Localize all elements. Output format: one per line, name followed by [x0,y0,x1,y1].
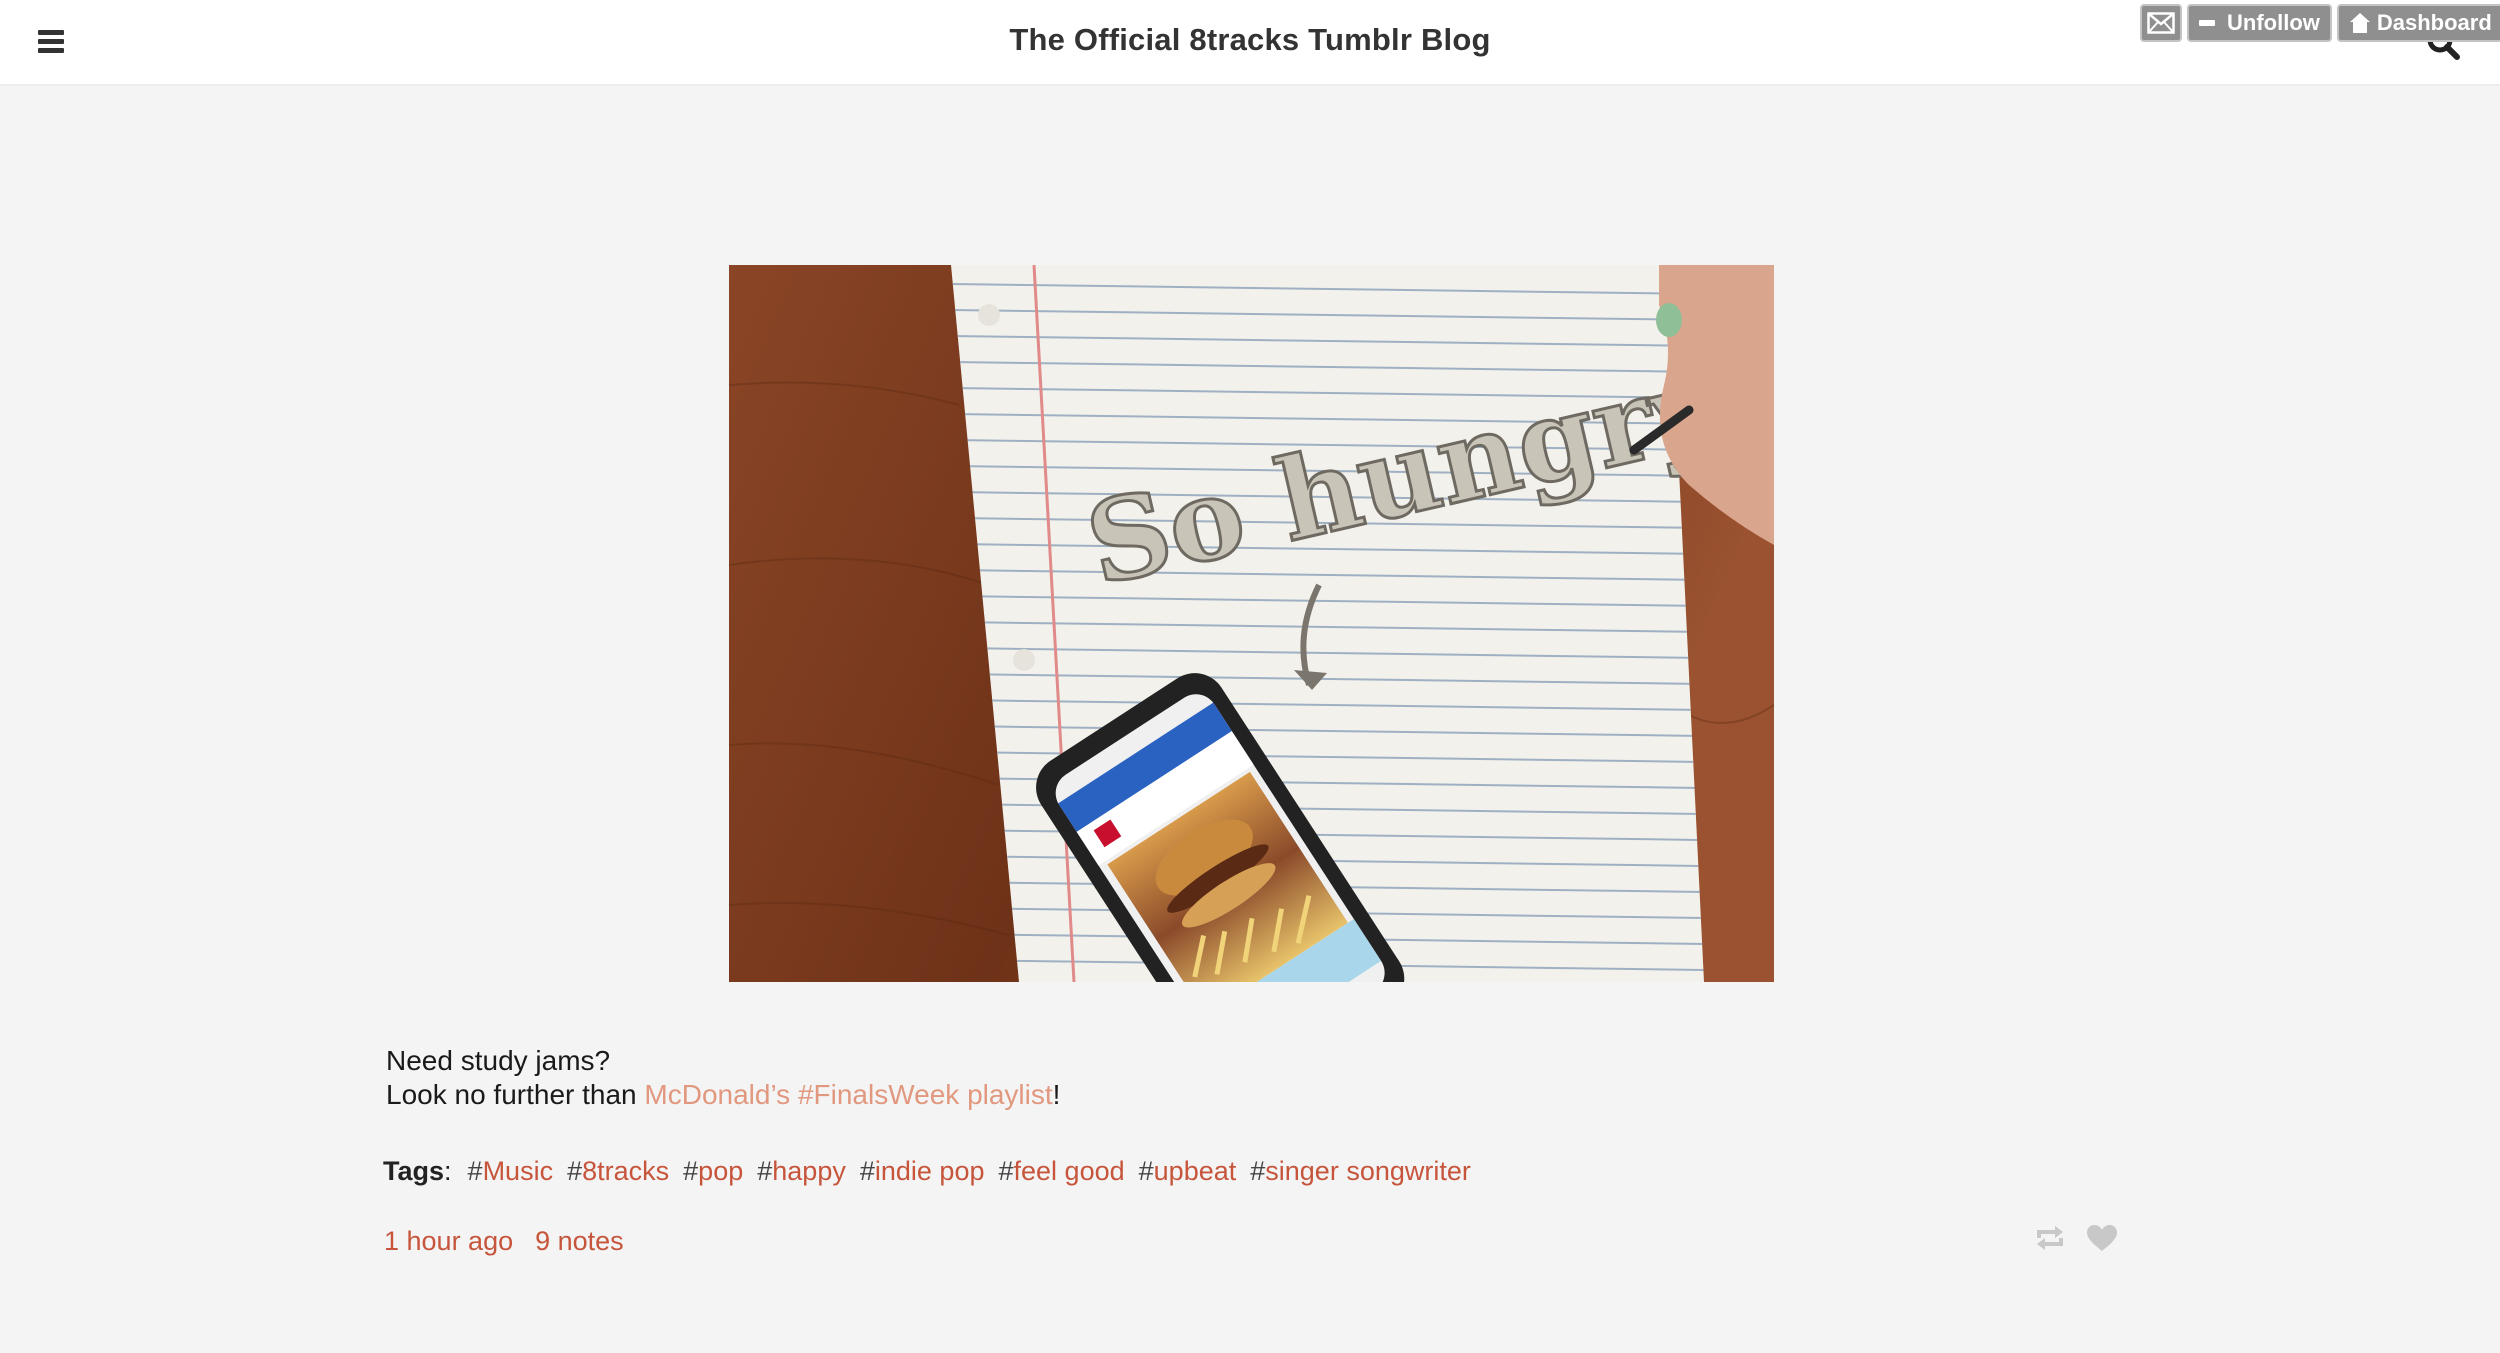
tag-link[interactable]: #indie pop [860,1156,985,1187]
dashboard-label: Dashboard [2376,10,2492,35]
caption-text: Look no further than [386,1079,645,1110]
menu-bar-line [38,48,64,53]
tag-text: pop [698,1156,744,1186]
post-permalink-time[interactable]: 1 hour ago [384,1226,513,1257]
tag-text: feel good [1013,1156,1125,1186]
caption-line: Need study jams? [386,1045,611,1076]
post-caption: Need study jams? Look no further than Mc… [386,1044,1060,1112]
tumblr-controls: Unfollow Dashboard [2140,4,2500,42]
hash-symbol: # [467,1156,483,1186]
hash-symbol: # [1138,1156,1154,1186]
tags-label: Tags: [383,1156,452,1187]
home-icon [2349,12,2371,34]
top-header: The Official 8tracks Tumblr Blog [0,0,2500,86]
heart-icon[interactable] [2086,1222,2118,1254]
tag-link[interactable]: #feel good [998,1156,1124,1187]
post-meta: 1 hour ago 9 notes [384,1226,624,1257]
hash-symbol: # [567,1156,583,1186]
tag-link[interactable]: #upbeat [1139,1156,1237,1187]
message-button[interactable] [2140,4,2182,42]
reblog-icon[interactable] [2034,1222,2066,1254]
blog-title: The Official 8tracks Tumblr Blog [1009,22,1491,57]
menu-bar-line [38,30,64,35]
tag-text: 8tracks [582,1156,670,1186]
unfollow-label: Unfollow [2227,10,2320,35]
post-tags: Tags: #Music #8tracks #pop #happy #indie… [383,1156,1485,1187]
unfollow-button[interactable]: Unfollow [2187,4,2332,42]
dashboard-button[interactable]: Dashboard [2336,4,2500,42]
menu-bar-line [38,39,64,44]
hash-symbol: # [757,1156,773,1186]
tag-link[interactable]: #singer songwriter [1250,1156,1471,1187]
hash-symbol: # [998,1156,1014,1186]
post-actions [2034,1222,2118,1254]
tag-link[interactable]: #8tracks [567,1156,669,1187]
hash-symbol: # [683,1156,699,1186]
tag-link[interactable]: #Music [468,1156,554,1187]
tag-link[interactable]: #happy [757,1156,846,1187]
tag-text: singer songwriter [1265,1156,1471,1186]
tags-label-text: Tags [383,1156,445,1186]
tags-label-colon: : [444,1156,452,1186]
post-photo[interactable]: So hungry [729,265,1774,982]
tag-text: indie pop [874,1156,985,1186]
tag-link[interactable]: #pop [683,1156,743,1187]
tag-text: upbeat [1153,1156,1237,1186]
caption-line: Look no further than McDonald’s #FinalsW… [386,1078,1060,1112]
post-notes-link[interactable]: 9 notes [535,1226,624,1257]
caption-text: ! [1052,1079,1061,1110]
hamburger-menu-icon[interactable] [36,28,66,56]
playlist-link[interactable]: McDonald’s #FinalsWeek playlist [644,1079,1052,1110]
tag-text: Music [482,1156,554,1186]
hash-symbol: # [859,1156,875,1186]
tag-text: happy [772,1156,846,1186]
mail-icon [2147,12,2175,34]
hash-symbol: # [1250,1156,1266,1186]
minus-icon [2199,20,2215,26]
